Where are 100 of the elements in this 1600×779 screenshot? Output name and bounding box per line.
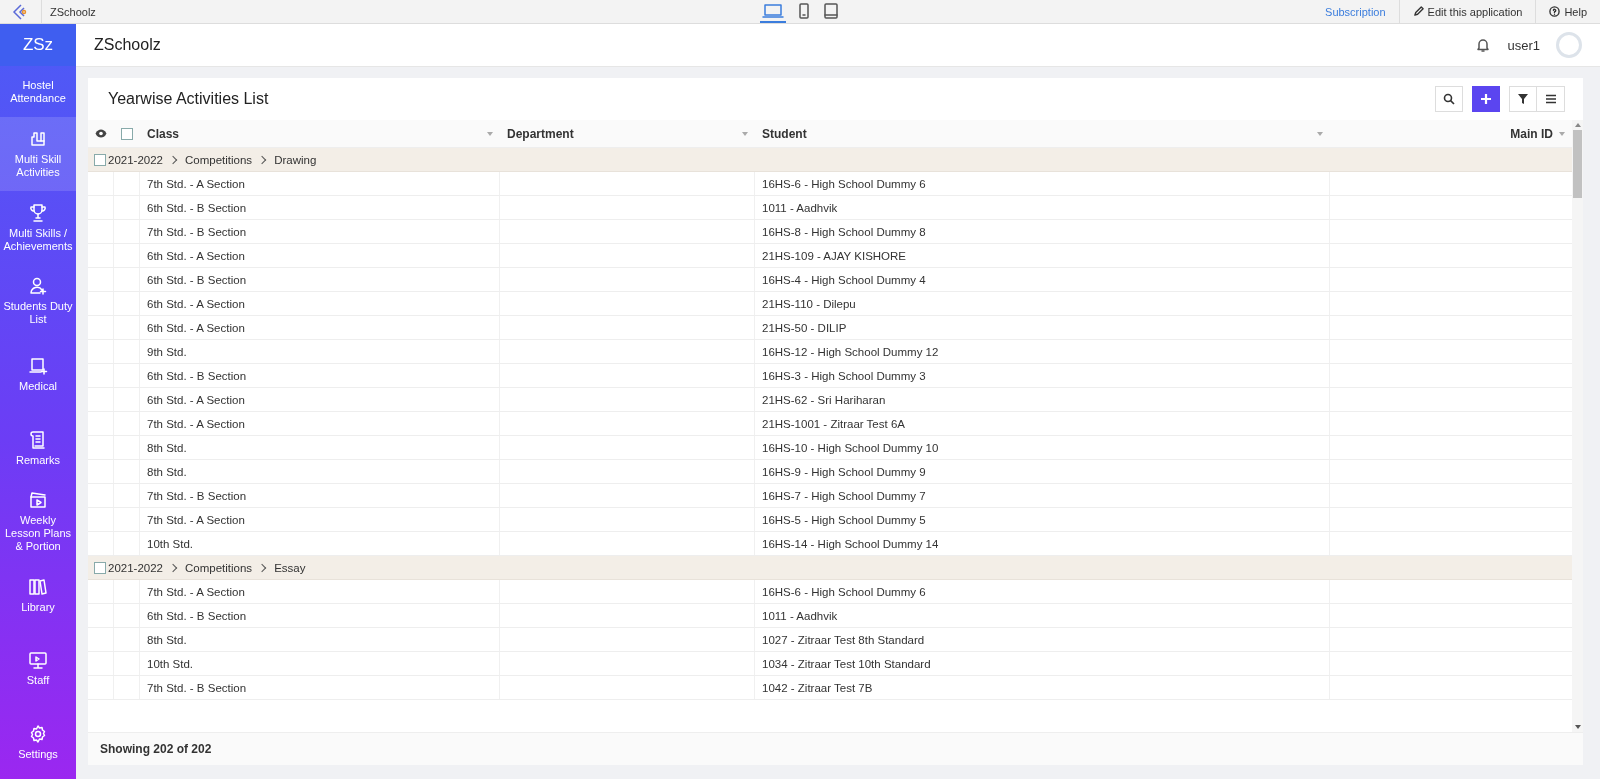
app-title: ZSchoolz [94,36,161,54]
column-header[interactable]: Student [762,126,807,141]
table-cell: 6th Std. - B Section [147,609,247,622]
sidebar-item[interactable]: Settings [0,705,76,779]
sort-caret-icon[interactable] [742,131,748,136]
column-header[interactable]: Class [147,126,180,141]
table-cell: 16HS-14 - High School Dummy 14 [762,537,939,550]
sidebar-item[interactable]: Students Duty List [0,264,76,338]
scrollbar-thumb[interactable] [1573,130,1582,198]
sidebar-item[interactable]: Library [0,558,76,632]
help-icon [1549,6,1561,17]
scrollbar[interactable] [1572,120,1583,732]
user-name[interactable]: user1 [1507,37,1540,53]
table-cell: 6th Std. - B Section [147,369,247,382]
group-label: Competitions [185,153,253,166]
sort-caret-icon[interactable] [487,131,493,136]
select-all-checkbox[interactable] [121,127,133,140]
laptop-icon [28,356,48,377]
table-cell: 6th Std. - B Section [147,273,247,286]
sidebar-item[interactable]: Staff [0,631,76,706]
sort-caret-icon[interactable] [1559,131,1565,136]
notification-bell-icon[interactable] [1475,37,1492,53]
scroll-icon [28,429,48,450]
table-cell: 6th Std. - A Section [147,249,245,262]
group-label: Drawing [274,153,317,166]
table-cell: 16HS-7 - High School Dummy 7 [762,489,926,502]
menu-button[interactable] [1537,86,1565,112]
table-cell: 10th Std. [147,537,194,550]
table-cell: 21HS-62 - Sri Hariharan [762,393,886,406]
table-cell: 21HS-50 - DILIP [762,321,847,334]
table-cell: 7th Std. - A Section [147,585,245,598]
table-cell: 1027 - Zitraar Test 8th Standard [762,633,925,646]
table-cell: 16HS-10 - High School Dummy 10 [762,441,939,454]
sidebar-item[interactable]: Multi Skill Activities [0,117,76,191]
table-cell: 7th Std. - A Section [147,417,245,430]
table-cell: 6th Std. - A Section [147,393,245,406]
sidebar-item[interactable]: Multi Skills / Achievements [0,190,76,265]
books-icon [28,576,48,597]
group-label: 2021-2022 [108,153,163,166]
add-user-icon [28,276,48,297]
sidebar-item[interactable]: Weekly Lesson Plans & Portion [0,484,76,559]
table-cell: 16HS-9 - High School Dummy 9 [762,465,926,478]
table-cell: 1011 - Aadhvik [762,201,838,214]
table-cell: 7th Std. - B Section [147,681,247,694]
app-logo: ZSz [0,24,76,66]
help-button[interactable]: Help [1535,0,1600,23]
monitor-icon [28,650,48,671]
eye-icon[interactable] [95,129,107,138]
group-label: Essay [274,561,306,574]
table-cell: 16HS-4 - High School Dummy 4 [762,273,926,286]
sidebar-item[interactable]: Hostel Attendance [0,66,76,118]
table-cell: 8th Std. [147,465,187,478]
edit-application-button[interactable]: Edit this application [1398,0,1536,23]
sidebar-item[interactable]: Medical [0,337,76,412]
table-cell: 6th Std. - A Section [147,297,245,310]
table-cell: 7th Std. - A Section [147,513,245,526]
table-cell: 8th Std. [147,633,187,646]
column-header[interactable]: Main ID [1510,126,1553,141]
table-cell: 6th Std. - B Section [147,201,247,214]
app-name: ZSchoolz [50,5,96,18]
pencil-icon [1412,6,1424,17]
group-label: 2021-2022 [108,561,163,574]
table-cell: 1042 - Zitraar Test 7B [762,681,873,694]
table-cell: 9th Std. [147,345,187,358]
add-button[interactable] [1472,86,1500,112]
table-cell: 16HS-5 - High School Dummy 5 [762,513,926,526]
group-checkbox[interactable] [94,153,106,166]
table-cell: 16HS-12 - High School Dummy 12 [762,345,939,358]
subscription-link[interactable]: Subscription [1312,0,1399,23]
sidebar-item[interactable]: Remarks [0,411,76,485]
search-icon [1443,93,1455,105]
filter-button[interactable] [1509,86,1537,112]
table-cell: 16HS-8 - High School Dummy 8 [762,225,926,238]
sort-caret-icon[interactable] [1317,131,1323,136]
table-cell: 16HS-6 - High School Dummy 6 [762,177,926,190]
table-cell: 7th Std. - B Section [147,489,247,502]
table-cell: 1011 - Aadhvik [762,609,838,622]
search-button[interactable] [1435,86,1463,112]
table-cell: 1034 - Zitraar Test 10th Standard [762,657,931,670]
laptop-icon [762,2,784,19]
table-cell: 10th Std. [147,657,194,670]
table-cell: 21HS-110 - Dilepu [762,297,856,310]
table-cell: 21HS-1001 - Zitraar Test 6A [762,417,905,430]
table-cell: 7th Std. - B Section [147,225,247,238]
plus-icon [1480,93,1492,105]
column-header[interactable]: Department [507,126,574,141]
table-cell: 8th Std. [147,441,187,454]
clapperboard-icon [28,490,48,511]
table-cell: 7th Std. - A Section [147,177,245,190]
table-cell: 16HS-6 - High School Dummy 6 [762,585,926,598]
group-checkbox[interactable] [94,561,106,574]
table-cell: 6th Std. - A Section [147,321,245,334]
table-cell: 21HS-109 - AJAY KISHORE [762,249,907,262]
phone-icon [798,2,810,19]
record-count: Showing 202 of 202 [88,732,1583,765]
filter-icon [1517,93,1529,105]
table-cell: 16HS-3 - High School Dummy 3 [762,369,926,382]
menu-icon [1544,93,1557,105]
trophy-icon [28,202,48,223]
settings-icon [28,723,48,744]
